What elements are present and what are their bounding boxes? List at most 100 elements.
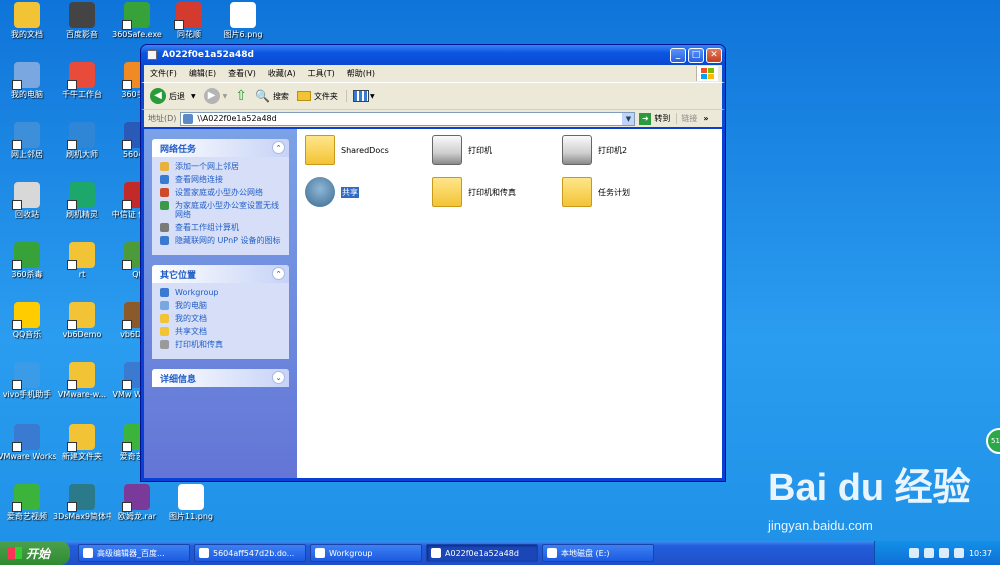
- title-bar[interactable]: A022f0e1a52a48d _ □ ✕: [141, 45, 725, 65]
- desktop-icon[interactable]: 爱奇艺视频: [0, 484, 56, 522]
- desktop-icon[interactable]: VMware-w...: [53, 362, 111, 400]
- file-item[interactable]: 任务计划: [562, 177, 630, 207]
- desktop-icon[interactable]: 欧姆龙.rar: [108, 484, 166, 522]
- views-button[interactable]: ▼: [345, 90, 375, 102]
- task-link[interactable]: 打印机和传真: [160, 340, 283, 349]
- system-tray: 10:37: [874, 541, 1000, 565]
- goto-label: 转到: [654, 114, 671, 123]
- panel-header[interactable]: 其它位置 ⌃: [152, 265, 289, 283]
- start-button[interactable]: 开始: [0, 541, 70, 565]
- desktop-icon[interactable]: 我的文档: [0, 2, 56, 40]
- desktop-icon[interactable]: 百度影音: [53, 2, 111, 40]
- desktop-icon[interactable]: 刷机精灵: [53, 182, 111, 220]
- task-link[interactable]: Workgroup: [160, 288, 283, 297]
- panel-header[interactable]: 网络任务 ⌃: [152, 139, 289, 157]
- desktop-icon[interactable]: 图片11.png: [162, 484, 220, 522]
- task-link[interactable]: 我的电脑: [160, 301, 283, 310]
- desktop-icon[interactable]: 网上邻居: [0, 122, 56, 160]
- desktop-icon[interactable]: 我的电脑: [0, 62, 56, 100]
- collapse-icon[interactable]: ⌃: [272, 267, 285, 280]
- file-item[interactable]: 共享: [305, 177, 359, 207]
- task-link[interactable]: 共享文档: [160, 327, 283, 336]
- desktop-icon[interactable]: 图片6.png: [214, 2, 272, 40]
- file-item[interactable]: 打印机2: [562, 135, 627, 165]
- desktop-icon[interactable]: 3DsMax9简体中文绿色...: [53, 484, 111, 522]
- task-app-icon: [431, 548, 441, 558]
- desktop-icon[interactable]: vb6Demo: [53, 302, 111, 340]
- task-link[interactable]: 查看工作组计算机: [160, 223, 283, 232]
- desktop-icon-label: 3DsMax9简体中文绿色...: [53, 512, 111, 521]
- taskbar-button[interactable]: A022f0e1a52a48d: [426, 544, 538, 562]
- task-link[interactable]: 添加一个网上邻居: [160, 162, 283, 171]
- back-dropdown-icon[interactable]: ▼: [191, 93, 196, 100]
- desktop-icon-label: QQ音乐: [12, 330, 42, 339]
- file-item[interactable]: 打印机和传真: [432, 177, 516, 207]
- search-button[interactable]: 🔍 搜索: [255, 89, 289, 103]
- task-link-label: 我的电脑: [175, 301, 207, 310]
- desktop-app-icon: [122, 2, 150, 30]
- folders-button[interactable]: 文件夹: [296, 91, 338, 102]
- file-item[interactable]: SharedDocs: [305, 135, 389, 165]
- file-item[interactable]: 打印机: [432, 135, 492, 165]
- minimize-button[interactable]: _: [670, 47, 686, 63]
- desktop-icon[interactable]: vivo手机助手: [0, 362, 56, 400]
- tray-icon[interactable]: [953, 548, 964, 558]
- goto-button[interactable]: ➜ 转到: [639, 112, 671, 125]
- collapse-icon[interactable]: ⌃: [272, 141, 285, 154]
- explorer-content: 网络任务 ⌃ 添加一个网上邻居 查看网络连接 设置家庭或小型办公网络为家庭或小型办公…: [144, 129, 722, 478]
- window-icon: [147, 50, 157, 60]
- taskbar-button[interactable]: 高级编辑器_百度...: [78, 544, 190, 562]
- forward-button[interactable]: ▶ ▼: [203, 88, 228, 104]
- desktop-icon[interactable]: 360杀毒: [0, 242, 56, 280]
- desktop-icon[interactable]: rt: [53, 242, 111, 280]
- desktop-icon[interactable]: 新建文件夹: [53, 424, 111, 462]
- task-link[interactable]: 设置家庭或小型办公网络: [160, 188, 283, 197]
- up-button[interactable]: ⇧: [235, 88, 247, 104]
- maximize-button[interactable]: □: [688, 47, 704, 63]
- close-button[interactable]: ✕: [706, 47, 722, 63]
- floating-widget-icon[interactable]: 51: [986, 428, 1000, 454]
- clock[interactable]: 10:37: [969, 549, 992, 558]
- desktop-icon[interactable]: 同花顺: [160, 2, 218, 40]
- panel-header[interactable]: 详细信息 ⌄: [152, 369, 289, 387]
- desktop-icon-label: 我的文档: [11, 30, 43, 39]
- taskbar-button[interactable]: Workgroup: [310, 544, 422, 562]
- menu-view[interactable]: 查看(V): [228, 68, 256, 79]
- desktop-app-icon: [67, 122, 95, 150]
- desktop-icon[interactable]: 360Safe.exe: [108, 2, 166, 40]
- task-list: 高级编辑器_百度... 5604aff547d2b.do... Workgroup A…: [74, 544, 654, 562]
- desktop-icon[interactable]: 千牛工作台: [53, 62, 111, 100]
- taskbar-button[interactable]: 本地磁盘 (E:): [542, 544, 654, 562]
- tray-icon[interactable]: [923, 548, 934, 558]
- links-button[interactable]: 链接: [676, 113, 697, 124]
- expand-icon[interactable]: ⌄: [272, 371, 285, 384]
- forward-dropdown-icon[interactable]: ▼: [223, 93, 228, 100]
- taskbar-button[interactable]: 5604aff547d2b.do...: [194, 544, 306, 562]
- menu-tools[interactable]: 工具(T): [308, 68, 335, 79]
- desktop-icon[interactable]: VMware Workstation: [0, 424, 56, 462]
- chevron-right-icon[interactable]: »: [703, 114, 708, 123]
- task-app-icon: [315, 548, 325, 558]
- desktop-icon[interactable]: 刷机大师: [53, 122, 111, 160]
- task-link[interactable]: 为家庭或小型办公室设置无线网络: [160, 201, 283, 219]
- menu-help[interactable]: 帮助(H): [347, 68, 375, 79]
- back-button[interactable]: ◀ 后退 ▼: [150, 88, 196, 104]
- tray-icon[interactable]: [908, 548, 919, 558]
- menu-favorites[interactable]: 收藏(A): [268, 68, 296, 79]
- address-dropdown-icon[interactable]: ▼: [622, 112, 635, 125]
- tray-icon[interactable]: [938, 548, 949, 558]
- printer-icon: [562, 135, 592, 165]
- menu-edit[interactable]: 编辑(E): [189, 68, 216, 79]
- task-link[interactable]: 我的文档: [160, 314, 283, 323]
- desktop-app-icon: [67, 362, 95, 390]
- task-link-icon: [160, 236, 169, 245]
- desktop-icon[interactable]: QQ音乐: [0, 302, 56, 340]
- back-arrow-icon: ◀: [150, 88, 166, 104]
- desktop-icon-label: VMware-w...: [57, 390, 107, 399]
- shared-folder-icon: [305, 135, 335, 165]
- address-input[interactable]: \\A022f0e1a52a48d ▼: [180, 111, 636, 126]
- task-link[interactable]: 查看网络连接: [160, 175, 283, 184]
- desktop-icon[interactable]: 回收站: [0, 182, 56, 220]
- task-link[interactable]: 隐藏联网的 UPnP 设备的图标: [160, 236, 283, 245]
- menu-file[interactable]: 文件(F): [150, 68, 177, 79]
